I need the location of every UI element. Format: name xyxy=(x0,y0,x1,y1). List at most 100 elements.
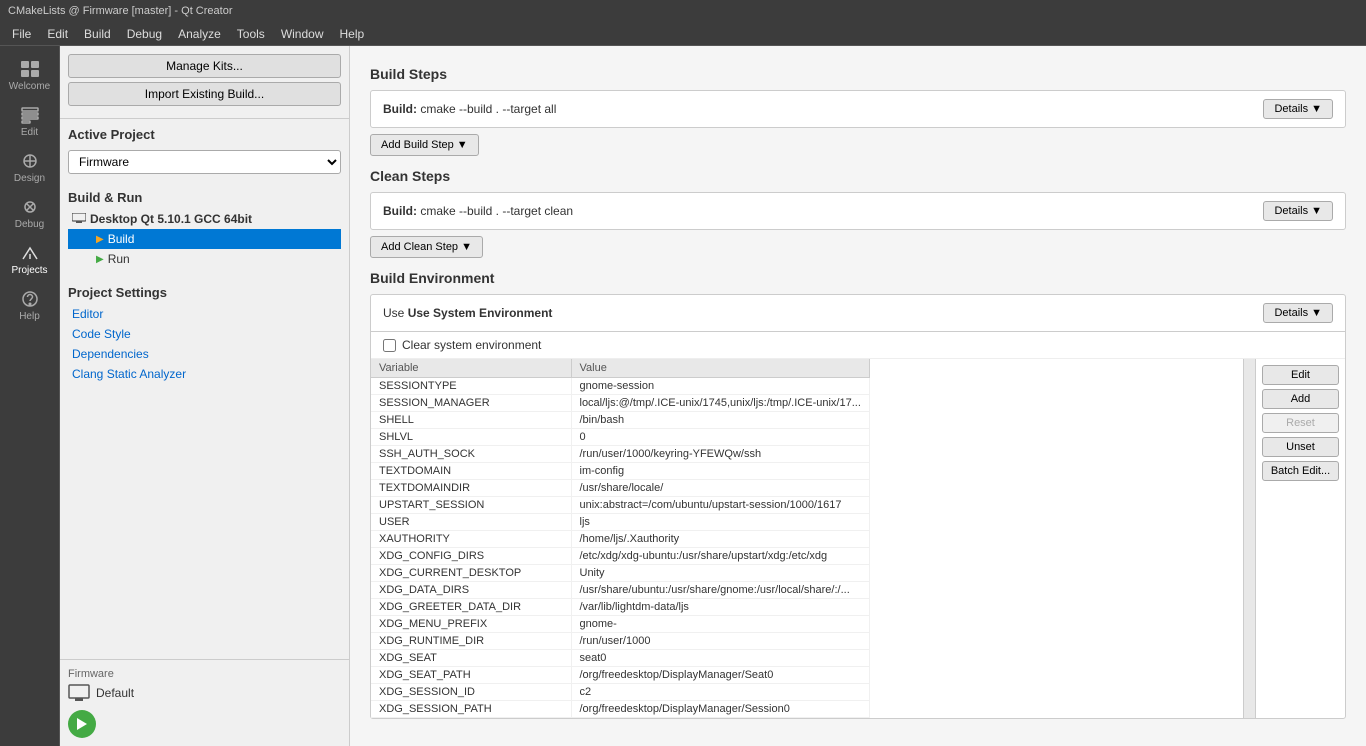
build-env-header: Build Environment xyxy=(370,270,1346,286)
build-label: Build xyxy=(108,232,135,246)
menu-edit[interactable]: Edit xyxy=(39,25,76,43)
use-system-env-text: Use Use System Environment xyxy=(383,306,552,320)
tree-item-build[interactable]: ▶ Build xyxy=(68,229,341,249)
table-row[interactable]: SESSIONTYPEgnome-session xyxy=(371,378,869,395)
env-var-value: gnome-session xyxy=(571,378,869,395)
table-row[interactable]: SESSION_MANAGERlocal/ljs:@/tmp/.ICE-unix… xyxy=(371,395,869,412)
build-step-row: Build: cmake --build . --target all Deta… xyxy=(370,90,1346,128)
settings-link-editor[interactable]: Editor xyxy=(68,304,341,324)
title-text: CMakeLists @ Firmware [master] - Qt Crea… xyxy=(8,5,232,17)
table-row[interactable]: XDG_MENU_PREFIXgnome- xyxy=(371,616,869,633)
env-var-value: /org/freedesktop/DisplayManager/Seat0 xyxy=(571,667,869,684)
table-row[interactable]: XDG_DATA_DIRS/usr/share/ubuntu:/usr/shar… xyxy=(371,582,869,599)
add-clean-step-button[interactable]: Add Clean Step ▼ xyxy=(370,236,483,258)
table-row[interactable]: XDG_SESSION_IDc2 xyxy=(371,684,869,701)
menu-build[interactable]: Build xyxy=(76,25,119,43)
details-button-1[interactable]: Details ▼ xyxy=(1263,99,1333,119)
env-var-value: Unity xyxy=(571,565,869,582)
env-var-name: SESSION_MANAGER xyxy=(371,395,571,412)
env-var-value: unix:abstract=/com/ubuntu/upstart-sessio… xyxy=(571,497,869,514)
batch-edit-button[interactable]: Batch Edit... xyxy=(1262,461,1339,481)
env-header: Use Use System Environment Details ▼ xyxy=(371,295,1345,332)
menu-window[interactable]: Window xyxy=(273,25,332,43)
main-content: Build Steps Build: cmake --build . --tar… xyxy=(350,46,1366,746)
table-row[interactable]: XDG_GREETER_DATA_DIR/var/lib/lightdm-dat… xyxy=(371,599,869,616)
env-scrollbar[interactable] xyxy=(1243,359,1255,718)
env-var-value: /run/user/1000 xyxy=(571,633,869,650)
import-build-button[interactable]: Import Existing Build... xyxy=(68,82,341,106)
table-row[interactable]: USERljs xyxy=(371,514,869,531)
env-var-value: ljs xyxy=(571,514,869,531)
clear-system-env-checkbox[interactable] xyxy=(383,339,396,352)
env-var-name: XDG_SESSION_PATH xyxy=(371,701,571,718)
reset-env-button[interactable]: Reset xyxy=(1262,413,1339,433)
env-section: Use Use System Environment Details ▼ Cle… xyxy=(370,294,1346,719)
active-project-title: Active Project xyxy=(60,119,349,146)
desktop-kit-label: Desktop Qt 5.10.1 GCC 64bit xyxy=(90,212,252,226)
device-item: Default xyxy=(68,684,341,702)
env-var-name: XDG_MENU_PREFIX xyxy=(371,616,571,633)
env-var-value: /var/lib/lightdm-data/ljs xyxy=(571,599,869,616)
env-var-name: TEXTDOMAIN xyxy=(371,463,571,480)
menu-debug[interactable]: Debug xyxy=(119,25,170,43)
env-var-value: c2 xyxy=(571,684,869,701)
table-row[interactable]: XDG_CURRENT_DESKTOPUnity xyxy=(371,565,869,582)
settings-link-dependencies[interactable]: Dependencies xyxy=(68,344,341,364)
menu-bar: File Edit Build Debug Analyze Tools Wind… xyxy=(0,22,1366,46)
table-row[interactable]: XDG_SESSION_PATH/org/freedesktop/Display… xyxy=(371,701,869,718)
table-row[interactable]: SSH_AUTH_SOCK/run/user/1000/keyring-YFEW… xyxy=(371,446,869,463)
table-row[interactable]: XDG_SEATseat0 xyxy=(371,650,869,667)
env-var-name: TEXTDOMAINDIR xyxy=(371,480,571,497)
table-row[interactable]: UPSTART_SESSIONunix:abstract=/com/ubuntu… xyxy=(371,497,869,514)
env-var-value: /home/ljs/.Xauthority xyxy=(571,531,869,548)
table-row[interactable]: SHLVL0 xyxy=(371,429,869,446)
table-row[interactable]: SHELL/bin/bash xyxy=(371,412,869,429)
edit-env-button[interactable]: Edit xyxy=(1262,365,1339,385)
env-var-name: XDG_RUNTIME_DIR xyxy=(371,633,571,650)
project-select[interactable]: Firmware xyxy=(68,150,341,174)
tree-item-desktop-kit[interactable]: Desktop Qt 5.10.1 GCC 64bit xyxy=(68,209,341,229)
env-buttons: Edit Add Reset Unset Batch Edit... xyxy=(1255,359,1345,718)
env-var-name: XDG_SEAT_PATH xyxy=(371,667,571,684)
settings-link-clang[interactable]: Clang Static Analyzer xyxy=(68,364,341,384)
sidebar-item-edit[interactable]: Edit xyxy=(4,100,56,144)
env-var-value: seat0 xyxy=(571,650,869,667)
sidebar-item-projects[interactable]: Projects xyxy=(4,238,56,282)
details-button-2[interactable]: Details ▼ xyxy=(1263,201,1333,221)
table-row[interactable]: XDG_RUNTIME_DIR/run/user/1000 xyxy=(371,633,869,650)
menu-file[interactable]: File xyxy=(4,25,39,43)
settings-link-codestyle[interactable]: Code Style xyxy=(68,324,341,344)
table-row[interactable]: TEXTDOMAINim-config xyxy=(371,463,869,480)
add-env-button[interactable]: Add xyxy=(1262,389,1339,409)
menu-tools[interactable]: Tools xyxy=(229,25,273,43)
table-row[interactable]: TEXTDOMAINDIR/usr/share/locale/ xyxy=(371,480,869,497)
clear-env-label: Clear system environment xyxy=(402,338,541,352)
sidebar-item-welcome[interactable]: Welcome xyxy=(4,54,56,98)
sidebar-item-design[interactable]: Design xyxy=(4,146,56,190)
col-value: Value xyxy=(571,359,869,378)
sidebar-item-debug[interactable]: Debug xyxy=(4,192,56,236)
table-row[interactable]: XAUTHORITY/home/ljs/.Xauthority xyxy=(371,531,869,548)
projects-label: Projects xyxy=(11,265,47,276)
env-var-value: gnome- xyxy=(571,616,869,633)
table-row[interactable]: XDG_SEAT_PATH/org/freedesktop/DisplayMan… xyxy=(371,667,869,684)
edit-label: Edit xyxy=(21,127,38,138)
unset-env-button[interactable]: Unset xyxy=(1262,437,1339,457)
env-var-name: USER xyxy=(371,514,571,531)
env-var-value: local/ljs:@/tmp/.ICE-unix/1745,unix/ljs:… xyxy=(571,395,869,412)
sidebar-item-help[interactable]: Help xyxy=(4,284,56,328)
clean-step-row: Build: cmake --build . --target clean De… xyxy=(370,192,1346,230)
env-var-value: 0 xyxy=(571,429,869,446)
menu-help[interactable]: Help xyxy=(332,25,373,43)
add-build-step-button[interactable]: Add Build Step ▼ xyxy=(370,134,479,156)
env-var-name: UPSTART_SESSION xyxy=(371,497,571,514)
env-var-value: /etc/xdg/xdg-ubuntu:/usr/share/upstart/x… xyxy=(571,548,869,565)
table-row[interactable]: XDG_CONFIG_DIRS/etc/xdg/xdg-ubuntu:/usr/… xyxy=(371,548,869,565)
menu-analyze[interactable]: Analyze xyxy=(170,25,229,43)
details-button-3[interactable]: Details ▼ xyxy=(1263,303,1333,323)
tree-item-run[interactable]: ▶ Run xyxy=(68,249,341,269)
env-table: Variable Value SESSIONTYPEgnome-sessionS… xyxy=(371,359,870,718)
build-steps-header: Build Steps xyxy=(370,66,1346,82)
manage-kits-button[interactable]: Manage Kits... xyxy=(68,54,341,78)
play-button[interactable] xyxy=(68,710,96,738)
